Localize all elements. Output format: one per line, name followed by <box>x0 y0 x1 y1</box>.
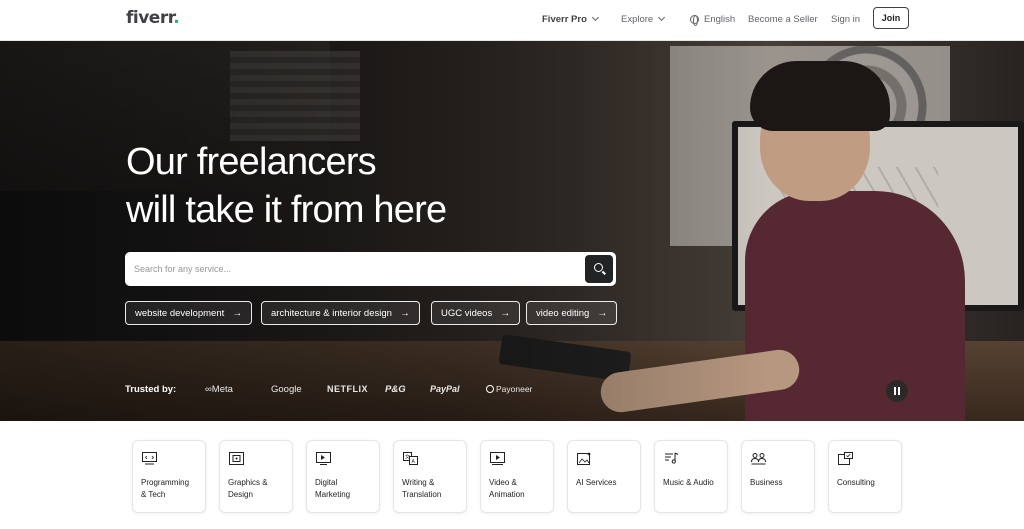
category-label: Programming & Tech <box>141 478 190 499</box>
paypal-logo: PayPal <box>430 384 460 394</box>
arrow-right-icon: → <box>399 307 410 319</box>
business-people-icon <box>751 453 766 465</box>
pause-icon[interactable] <box>886 380 908 402</box>
fiverr-logo[interactable]: fiverr. <box>126 8 180 28</box>
music-note-icon <box>665 452 679 464</box>
chip-architecture-interior-design[interactable]: architecture & interior design → <box>261 301 420 325</box>
consulting-chat-icon <box>838 452 853 465</box>
svg-text:A: A <box>412 459 416 465</box>
chip-video-editing[interactable]: video editing → <box>526 301 618 325</box>
arrow-right-icon: → <box>232 307 243 319</box>
category-digital-marketing[interactable]: Digital Marketing <box>306 440 380 513</box>
category-label: Digital Marketing <box>315 478 351 499</box>
globe-icon <box>690 14 699 26</box>
join-button[interactable]: Join <box>873 7 909 29</box>
category-label: Graphics & Design <box>228 478 268 499</box>
chevron-down-icon <box>591 13 599 22</box>
category-writing-translation[interactable]: 文A Writing & Translation <box>393 440 467 513</box>
category-video-animation[interactable]: Video & Animation <box>480 440 554 513</box>
svg-text:文: 文 <box>405 454 410 461</box>
search-input[interactable] <box>134 252 584 286</box>
ai-image-icon <box>577 452 592 465</box>
nav-language[interactable]: English <box>690 0 735 38</box>
category-label: Music & Audio <box>663 478 714 487</box>
chip-website-development[interactable]: website development → <box>125 301 253 325</box>
category-music-audio[interactable]: Music & Audio <box>654 440 728 513</box>
chip-ugc-videos[interactable]: UGC videos → <box>431 301 521 325</box>
arrow-right-icon: → <box>597 307 608 319</box>
headline-line-2: will take it from here <box>126 189 447 231</box>
translation-icon: 文A <box>403 452 418 465</box>
category-label: Consulting <box>837 478 875 487</box>
search-button[interactable] <box>585 255 613 283</box>
category-consulting[interactable]: Consulting <box>828 440 902 513</box>
hero-section: Our freelancers will take it from here w… <box>0 41 1024 421</box>
headline-line-1: Our freelancers <box>126 141 377 183</box>
design-frame-icon <box>229 452 244 465</box>
category-ai-services[interactable]: AI Services <box>567 440 641 513</box>
search-bar <box>125 252 616 286</box>
google-logo: Google <box>271 384 302 395</box>
meta-logo: ∞Meta <box>205 384 233 395</box>
category-label: Video & Animation <box>489 478 525 499</box>
category-programming-tech[interactable]: Programming & Tech <box>132 440 206 513</box>
marketing-screen-icon <box>316 452 331 465</box>
category-business[interactable]: Business <box>741 440 815 513</box>
trusted-by-label: Trusted by: <box>125 384 177 395</box>
category-graphics-design[interactable]: Graphics & Design <box>219 440 293 513</box>
hero-headline: Our freelancers will take it from here <box>126 138 447 234</box>
video-play-icon <box>490 452 505 465</box>
category-label: Writing & Translation <box>402 478 442 499</box>
category-label: Business <box>750 478 783 487</box>
chevron-down-icon <box>658 13 666 22</box>
payoneer-logo: Payoneer <box>486 384 532 394</box>
monitor-code-icon <box>142 452 157 465</box>
category-label: AI Services <box>576 478 617 487</box>
nav-sign-in[interactable]: Sign in <box>831 0 860 38</box>
arrow-right-icon: → <box>500 307 511 319</box>
pg-logo: P&G <box>385 384 406 395</box>
top-navigation-bar: fiverr. Fiverr Pro Explore English Becom… <box>0 0 1024 41</box>
nav-fiverr-pro[interactable]: Fiverr Pro <box>542 0 599 38</box>
nav-explore[interactable]: Explore <box>621 0 666 38</box>
nav-become-seller[interactable]: Become a Seller <box>748 0 818 38</box>
netflix-logo: NETFLIX <box>327 384 368 394</box>
